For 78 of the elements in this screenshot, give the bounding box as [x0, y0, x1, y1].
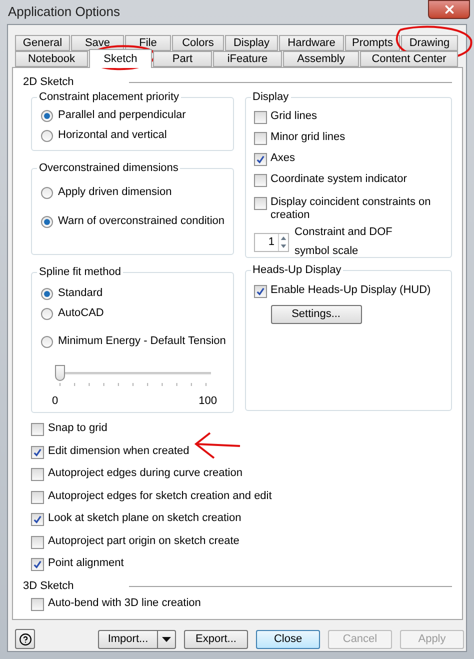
tab[interactable]: Drawing: [401, 35, 458, 51]
section-title: 3D Sketch: [23, 580, 75, 593]
tab[interactable]: Content Center: [360, 51, 458, 67]
radio-label: Horizontal and vertical: [58, 129, 167, 142]
close-button[interactable]: [428, 0, 470, 19]
tab[interactable]: Part: [153, 51, 212, 67]
group-title: Spline fit method: [37, 265, 123, 279]
tab[interactable]: iFeature: [213, 51, 282, 67]
radio-button[interactable]: [41, 288, 53, 300]
help-button[interactable]: [15, 629, 35, 649]
checkbox[interactable]: [31, 446, 44, 458]
radio-button[interactable]: [41, 110, 53, 122]
window-title: Application Options: [8, 5, 120, 18]
checkbox[interactable]: [31, 536, 44, 548]
checkbox[interactable]: [254, 285, 267, 298]
checkbox[interactable]: [31, 490, 44, 504]
checkbox-label: Autoproject part origin on sketch create: [48, 534, 240, 548]
group-title: Display: [250, 90, 291, 104]
radio-button[interactable]: [41, 186, 53, 198]
dialog-button[interactable]: Export...: [184, 630, 248, 648]
checkbox-label: Autoproject edges for sketch creation and edit: [48, 490, 272, 502]
group-title: Constraint placement priority: [37, 90, 182, 104]
checkbox[interactable]: [254, 132, 267, 145]
radio-label: Apply driven dimension: [58, 186, 172, 199]
checkbox-label: Snap to grid: [48, 422, 108, 435]
checkbox-label: Grid lines: [270, 110, 318, 123]
slider-thumb[interactable]: [55, 365, 65, 381]
spinner-value: 1: [267, 236, 276, 248]
spinner-label: Constraint and DOF symbol scale: [294, 225, 394, 259]
help-icon: [18, 632, 32, 646]
checkbox-label: Minor grid lines: [270, 131, 346, 144]
tab[interactable]: Prompts: [345, 35, 400, 51]
tab[interactable]: General: [15, 35, 70, 51]
checkbox[interactable]: [254, 174, 267, 187]
tab[interactable]: Colors: [172, 35, 224, 51]
checkbox-label: Axes: [270, 152, 296, 165]
tab[interactable]: Display: [225, 35, 278, 51]
dropdown-button[interactable]: [158, 630, 176, 648]
group-title: Heads-Up Display: [250, 263, 344, 277]
checkbox-label: Display coincident constraints on creation: [270, 196, 432, 222]
radio-button[interactable]: [41, 130, 53, 142]
down-arrow-icon: [278, 242, 288, 250]
radio-label: AutoCAD: [58, 307, 104, 320]
radio-label: Minimum Energy - Default Tension: [58, 335, 226, 348]
radio-button[interactable]: [41, 308, 53, 320]
checkbox-label: Coordinate system indicator: [270, 173, 407, 186]
checkbox-label: Point alignment: [48, 557, 124, 570]
checkbox[interactable]: [254, 111, 267, 124]
tab[interactable]: Notebook: [15, 51, 88, 67]
tab[interactable]: Hardware: [279, 35, 344, 51]
checkbox-label: Enable Heads-Up Display (HUD): [270, 284, 431, 297]
close-icon: [442, 3, 456, 16]
radio-label: Standard: [58, 287, 103, 300]
spinner-field[interactable]: 1: [254, 232, 289, 252]
checkbox[interactable]: [254, 197, 267, 210]
dialog-button[interactable]: Close: [256, 630, 320, 648]
radio-label: Parallel and perpendicular: [58, 109, 186, 122]
section-title: 2D Sketch: [23, 76, 75, 89]
radio-label: Warn of overconstrained condition: [58, 215, 225, 228]
slider-max-label: 100: [198, 395, 217, 408]
tab[interactable]: Sketch: [89, 49, 152, 68]
checkbox[interactable]: [254, 153, 267, 166]
radio-button[interactable]: [41, 216, 53, 228]
checkbox[interactable]: [31, 558, 44, 571]
settings-button[interactable]: Settings...: [270, 305, 362, 324]
checkbox[interactable]: [31, 513, 44, 526]
checkbox[interactable]: [31, 598, 44, 611]
checkbox[interactable]: [31, 423, 44, 436]
checkbox-label: Auto-bend with 3D line creation: [48, 597, 201, 610]
caret-icon: [162, 636, 171, 642]
checkbox[interactable]: [31, 468, 44, 481]
slider-min-label: 0: [52, 395, 58, 408]
tab[interactable]: Assembly: [283, 51, 359, 67]
checkbox-label: Edit dimension when created: [48, 444, 190, 458]
checkbox-label: Autoproject edges during curve creation: [48, 467, 242, 480]
radio-button[interactable]: [41, 336, 53, 348]
checkbox-label: Look at sketch plane on sketch creation: [48, 512, 242, 525]
import-button[interactable]: Import...: [98, 630, 158, 648]
